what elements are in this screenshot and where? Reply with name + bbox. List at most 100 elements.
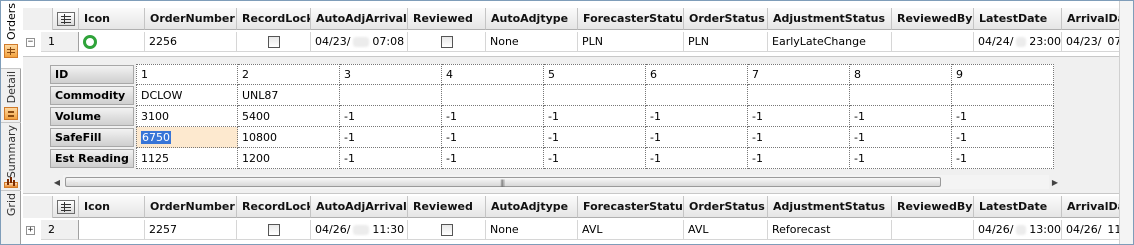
detail-cell[interactable]: -1: [952, 148, 1054, 169]
cell-reviewed-by[interactable]: [892, 220, 974, 240]
header-auto-adj-type[interactable]: AutoAdjtype: [486, 8, 578, 30]
scroll-left-icon[interactable]: ◀: [51, 175, 63, 189]
detail-cell[interactable]: -1: [442, 106, 544, 127]
vertical-scrollbar[interactable]: [1119, 1, 1133, 244]
detail-cell[interactable]: -1: [850, 127, 952, 148]
scroll-thumb[interactable]: |||: [65, 177, 941, 187]
detail-cell[interactable]: 9: [952, 64, 1054, 85]
detail-cell[interactable]: -1: [340, 106, 442, 127]
cell-adjustment-status[interactable]: EarlyLateChange: [768, 32, 892, 52]
cell-order-number[interactable]: 2257: [145, 220, 237, 240]
detail-cell[interactable]: -1: [340, 148, 442, 169]
header-record-lock[interactable]: RecordLock: [237, 196, 311, 218]
tab-grid[interactable]: Grid: [1, 191, 21, 244]
detail-cell[interactable]: 8: [850, 64, 952, 85]
collapse-row-icon[interactable]: −: [26, 38, 35, 47]
detail-cell[interactable]: -1: [544, 106, 646, 127]
header-order-number[interactable]: OrderNumber: [145, 8, 237, 30]
detail-cell[interactable]: -1: [748, 127, 850, 148]
detail-cell[interactable]: 1125: [136, 148, 238, 169]
cell-order-number[interactable]: 2256: [145, 32, 237, 52]
detail-cell[interactable]: [850, 85, 952, 106]
detail-cell[interactable]: -1: [748, 148, 850, 169]
detail-cell[interactable]: -1: [340, 127, 442, 148]
detail-cell[interactable]: [646, 85, 748, 106]
header-adjustment-status[interactable]: AdjustmentStatus: [768, 196, 892, 218]
cell-auto-adj-arrival[interactable]: 04/23/07:08: [311, 32, 408, 52]
header-record-lock[interactable]: RecordLock: [237, 8, 311, 30]
reviewed-checkbox[interactable]: [440, 35, 453, 48]
cell-auto-adj-arrival[interactable]: 04/26/11:30: [311, 220, 408, 240]
header-reviewed[interactable]: Reviewed: [408, 8, 486, 30]
header-order-status[interactable]: OrderStatus: [684, 8, 768, 30]
order-row-2[interactable]: + 2 2257 04/26/11:30 None AVL AVL Refore…: [23, 220, 1133, 242]
header-latest-date[interactable]: LatestDate: [974, 196, 1062, 218]
header-latest-date[interactable]: LatestDate: [974, 8, 1062, 30]
selected-edit-text[interactable]: 6750: [141, 130, 171, 144]
detail-cell[interactable]: -1: [544, 148, 646, 169]
table-row[interactable]: 2 2257 04/26/11:30 None AVL AVL Reforeca…: [41, 220, 1133, 240]
detail-horizontal-scrollbar[interactable]: ◀ ||| ▶: [51, 175, 1061, 189]
header-forecaster-status[interactable]: ForecasterStatus: [578, 8, 684, 30]
cell-reviewed[interactable]: [408, 32, 486, 52]
cell-auto-adj-type[interactable]: None: [486, 220, 578, 240]
header-auto-adj-arrival[interactable]: AutoAdjArrival: [311, 196, 408, 218]
detail-cell[interactable]: -1: [952, 127, 1054, 148]
detail-cell[interactable]: UNL87: [238, 85, 340, 106]
detail-cell[interactable]: 5: [544, 64, 646, 85]
tab-summary[interactable]: Summary: [1, 123, 21, 191]
header-order-number[interactable]: OrderNumber: [145, 196, 237, 218]
detail-cell[interactable]: -1: [952, 106, 1054, 127]
header-icon[interactable]: Icon: [79, 196, 145, 218]
row-number[interactable]: 2: [41, 220, 79, 240]
detail-cell[interactable]: 5400: [238, 106, 340, 127]
column-chooser-button[interactable]: [53, 8, 79, 30]
detail-cell[interactable]: 3100: [136, 106, 238, 127]
record-lock-checkbox[interactable]: [267, 223, 280, 236]
detail-cell[interactable]: DCLOW: [136, 85, 238, 106]
header-order-status[interactable]: OrderStatus: [684, 196, 768, 218]
detail-cell[interactable]: -1: [850, 106, 952, 127]
scroll-track[interactable]: |||: [63, 175, 1049, 189]
cell-record-lock[interactable]: [237, 220, 311, 240]
detail-cell[interactable]: [748, 85, 850, 106]
tab-orders[interactable]: Orders: [1, 1, 21, 69]
scroll-right-icon[interactable]: ▶: [1049, 175, 1061, 189]
header-forecaster-status[interactable]: ForecasterStatus: [578, 196, 684, 218]
cell-reviewed-by[interactable]: [892, 32, 974, 52]
detail-cell[interactable]: [544, 85, 646, 106]
cell-record-lock[interactable]: [237, 32, 311, 52]
detail-cell[interactable]: [340, 85, 442, 106]
expand-row-icon[interactable]: +: [26, 226, 35, 235]
header-reviewed[interactable]: Reviewed: [408, 196, 486, 218]
detail-cell[interactable]: 2: [238, 64, 340, 85]
detail-cell[interactable]: 7: [748, 64, 850, 85]
header-auto-adj-type[interactable]: AutoAdjtype: [486, 196, 578, 218]
detail-cell[interactable]: -1: [442, 148, 544, 169]
cell-adjustment-status[interactable]: Reforecast: [768, 220, 892, 240]
row-number[interactable]: 1: [41, 32, 79, 52]
cell-latest-date[interactable]: 04/24/23:00: [974, 32, 1062, 52]
header-adjustment-status[interactable]: AdjustmentStatus: [768, 8, 892, 30]
header-icon[interactable]: Icon: [79, 8, 145, 30]
detail-cell[interactable]: -1: [442, 127, 544, 148]
header-reviewed-by[interactable]: ReviewedBy: [892, 196, 974, 218]
header-reviewed-by[interactable]: ReviewedBy: [892, 8, 974, 30]
detail-cell[interactable]: -1: [646, 148, 748, 169]
header-auto-adj-arrival[interactable]: AutoAdjArrival: [311, 8, 408, 30]
detail-cell[interactable]: -1: [544, 127, 646, 148]
detail-cell[interactable]: -1: [748, 106, 850, 127]
cell-reviewed[interactable]: [408, 220, 486, 240]
cell-forecaster-status[interactable]: PLN: [578, 32, 684, 52]
cell-order-status[interactable]: AVL: [684, 220, 768, 240]
detail-cell[interactable]: -1: [646, 127, 748, 148]
column-chooser-button[interactable]: [53, 196, 79, 218]
order-row-1[interactable]: − 1 2256 04/23/07:08 None PLN PLN EarlyL…: [23, 32, 1133, 54]
detail-cell[interactable]: 6: [646, 64, 748, 85]
detail-cell[interactable]: 4: [442, 64, 544, 85]
cell-latest-date[interactable]: 04/26/13:00: [974, 220, 1062, 240]
table-row[interactable]: 1 2256 04/23/07:08 None PLN PLN EarlyLat…: [41, 32, 1133, 52]
cell-forecaster-status[interactable]: AVL: [578, 220, 684, 240]
cell-auto-adj-type[interactable]: None: [486, 32, 578, 52]
detail-cell[interactable]: 3: [340, 64, 442, 85]
